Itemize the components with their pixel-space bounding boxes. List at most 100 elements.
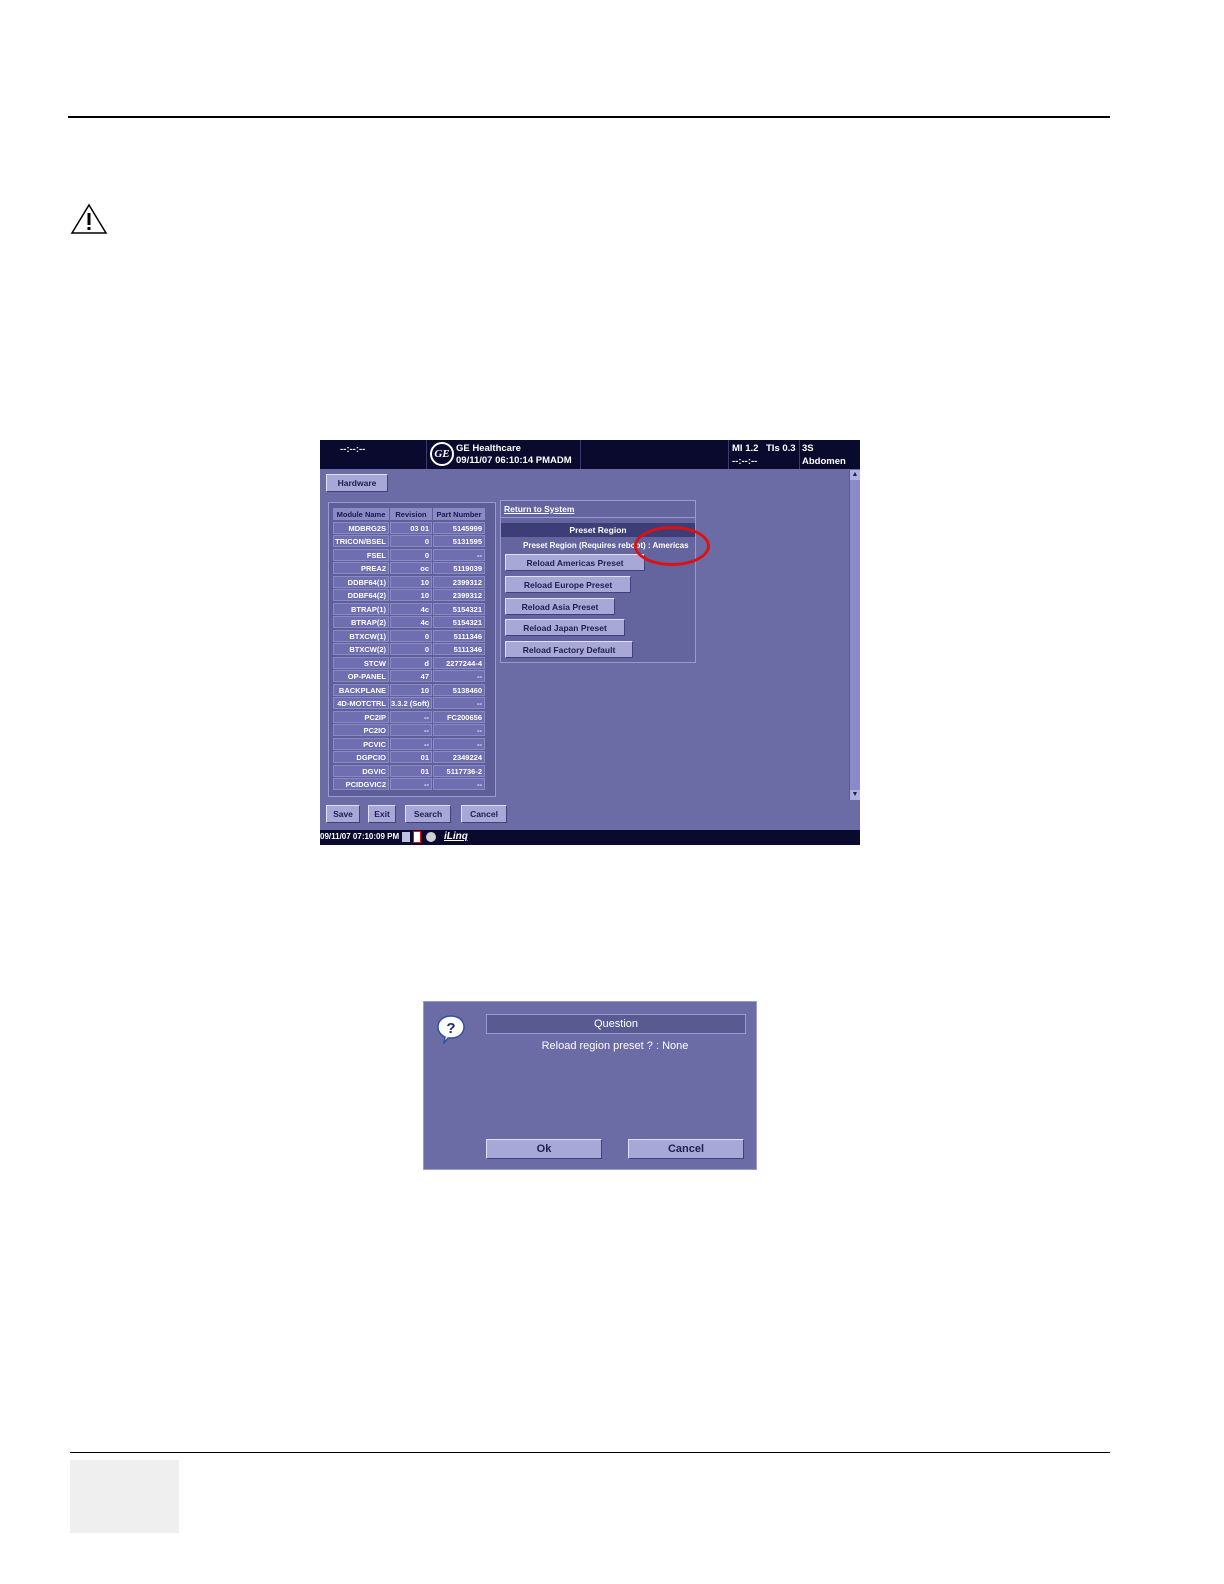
table-row: DGPCIO 01 2349224	[333, 751, 485, 763]
table-cell: 5117736-2	[433, 764, 485, 777]
reload-europe-preset-button[interactable]: Reload Europe Preset	[505, 576, 631, 593]
header-mi: MI 1.2	[732, 443, 759, 454]
svg-text:?: ?	[446, 1020, 455, 1037]
return-to-system-bar: Return to System	[501, 501, 695, 518]
exit-button[interactable]: Exit	[368, 805, 396, 823]
header-tis: TIs 0.3	[766, 443, 796, 454]
header-probe: 3S	[802, 443, 814, 454]
table-row: BTXCW(2) 0 5111346	[333, 643, 485, 655]
table-row: BACKPLANE 10 5138460	[333, 683, 485, 696]
table-row: PREA2 oc 5119039	[333, 562, 485, 574]
table-cell: PCVIC	[333, 737, 389, 750]
top-rule	[68, 116, 1110, 118]
table-cell: PCIDGVIC2	[333, 778, 389, 790]
table-cell: MDBRG2S	[333, 521, 389, 534]
table-cell: --	[390, 778, 432, 790]
cancel-button[interactable]: Cancel	[461, 805, 507, 823]
network-icon	[426, 832, 436, 842]
reload-americas-preset-button[interactable]: Reload Americas Preset	[505, 554, 645, 571]
table-row: PC2IO -- --	[333, 724, 485, 736]
table-cell: 2349224	[433, 751, 485, 763]
ge-logo-icon: GE	[430, 442, 454, 466]
table-cell: --	[390, 710, 432, 723]
usb-device-icon	[413, 831, 421, 843]
reload-factory-default-button[interactable]: Reload Factory Default	[505, 641, 633, 658]
dialog-message: Reload region preset ? : None	[541, 1040, 689, 1052]
ok-button[interactable]: Ok	[486, 1139, 602, 1159]
table-cell: FC200656	[433, 710, 485, 723]
table-cell: 10	[390, 589, 432, 601]
scroll-up-icon[interactable]: ▲	[850, 470, 860, 480]
table-header-cell: Module Name	[333, 508, 389, 520]
table-cell: 5154321	[433, 602, 485, 615]
table-cell: 0	[390, 629, 432, 642]
table-row: 4D-MOTCTRL 3.3.2 (Soft) --	[333, 697, 485, 709]
table-cell: DDBF64(1)	[333, 575, 389, 588]
reload-asia-preset-button[interactable]: Reload Asia Preset	[505, 598, 615, 615]
table-row: PCVIC -- --	[333, 737, 485, 750]
table-cell: BTXCW(1)	[333, 629, 389, 642]
bottom-rule	[70, 1452, 1110, 1453]
page-footer-box	[70, 1460, 179, 1533]
table-cell: DGPCIO	[333, 751, 389, 763]
table-cell: 3.3.2 (Soft)	[390, 697, 432, 709]
header-dash: --:--:--	[732, 456, 758, 467]
table-row: DGVIC 01 5117736-2	[333, 764, 485, 777]
table-row: MDBRG2S 03 01 5145999	[333, 521, 485, 534]
table-cell: BTRAP(2)	[333, 616, 389, 628]
table-cell: PC2IP	[333, 710, 389, 723]
hardware-module-table: Module Name Revision Part Number MDBRG2S 03 …	[328, 502, 496, 797]
search-button[interactable]: Search	[405, 805, 451, 823]
table-cell: --	[433, 778, 485, 790]
table-cell: --	[390, 724, 432, 736]
dialog-cancel-button[interactable]: Cancel	[628, 1139, 744, 1159]
table-row: BTXCW(1) 0 5111346	[333, 629, 485, 642]
table-cell: PREA2	[333, 562, 389, 574]
highlight-circle	[634, 526, 710, 566]
table-cell: 5131595	[433, 535, 485, 547]
system-header: --:--:-- GE GE Healthcare 09/11/07 06:10…	[320, 440, 860, 469]
table-cell: 5111346	[433, 643, 485, 655]
vertical-scrollbar[interactable]: ▲ ▼	[849, 470, 860, 800]
header-datetime-user: 09/11/07 06:10:14 PMADM	[456, 455, 572, 466]
return-to-system-link[interactable]: Return to System	[504, 504, 574, 514]
table-row: BTRAP(2) 4c 5154321	[333, 616, 485, 628]
table-row: STCW d 2277244-4	[333, 656, 485, 669]
table-cell: oc	[390, 562, 432, 574]
lock-icon	[402, 832, 410, 842]
scroll-down-icon[interactable]: ▼	[850, 790, 860, 800]
table-cell: DDBF64(2)	[333, 589, 389, 601]
table-cell: 03 01	[390, 521, 432, 534]
table-cell: 47	[390, 670, 432, 682]
reload-japan-preset-button[interactable]: Reload Japan Preset	[505, 619, 625, 636]
preset-region-panel: Return to System Preset Region Preset Re…	[500, 500, 696, 663]
table-cell: BTXCW(2)	[333, 643, 389, 655]
question-dialog: ? Question Reload region preset ? : None…	[423, 1001, 757, 1170]
iling-logo: iLinq	[444, 831, 468, 842]
table-cell: 5111346	[433, 629, 485, 642]
table-cell: 10	[390, 575, 432, 588]
hardware-tab[interactable]: Hardware	[326, 474, 388, 492]
table-cell: 10	[390, 683, 432, 696]
table-cell: --	[433, 697, 485, 709]
table-cell: 2399312	[433, 589, 485, 601]
table-cell: DGVIC	[333, 764, 389, 777]
table-row: DDBF64(1) 10 2399312	[333, 575, 485, 588]
table-cell: 5138460	[433, 683, 485, 696]
header-brand: GE Healthcare	[456, 443, 521, 454]
table-cell: PC2IO	[333, 724, 389, 736]
table-cell: 4c	[390, 602, 432, 615]
header-left-text: --:--:--	[340, 444, 366, 455]
table-cell: TRICON/BSEL	[333, 535, 389, 547]
table-cell: 5154321	[433, 616, 485, 628]
table-header-row: Module Name Revision Part Number	[333, 508, 485, 520]
table-cell: 5145999	[433, 521, 485, 534]
table-cell: 2277244-4	[433, 656, 485, 669]
table-cell: --	[433, 670, 485, 682]
footer-time: 09/11/07 07:10:09 PM	[320, 832, 400, 841]
status-footer: 09/11/07 07:10:09 PM iLinq	[320, 830, 860, 845]
table-cell: OP-PANEL	[333, 670, 389, 682]
table-cell: BACKPLANE	[333, 683, 389, 696]
table-cell: 0	[390, 535, 432, 547]
save-button[interactable]: Save	[326, 805, 360, 823]
